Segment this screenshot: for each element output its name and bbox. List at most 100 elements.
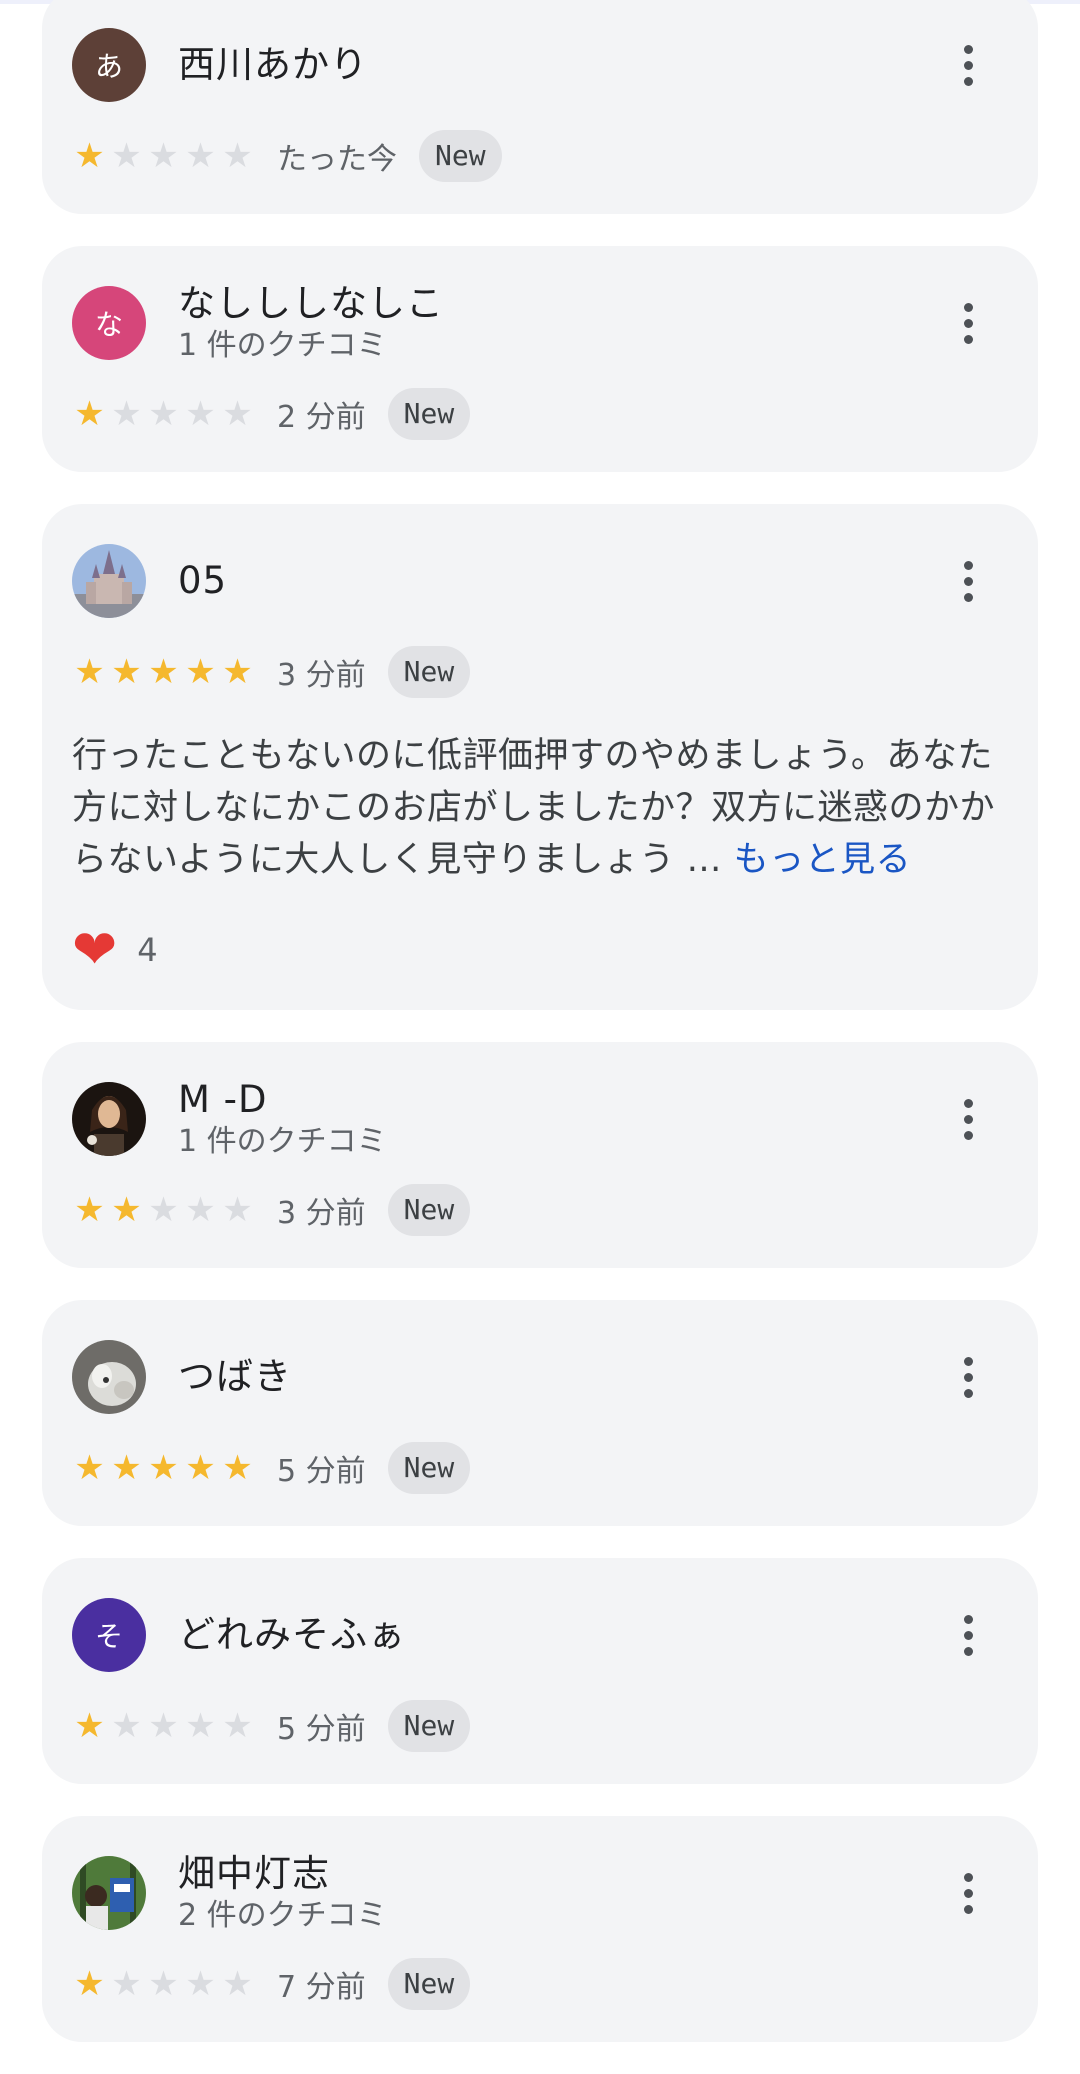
star-empty-icon: ★	[222, 1964, 253, 2004]
more-options-icon[interactable]	[938, 1337, 998, 1417]
avatar-letter: な	[94, 308, 123, 341]
new-badge: New	[387, 388, 471, 440]
review-card: つばき ★ ★ ★ ★ ★ 5 分前 New	[42, 1300, 1038, 1526]
more-options-icon[interactable]	[938, 25, 998, 105]
see-more-link[interactable]: もっと見る	[734, 840, 912, 880]
review-count: 1 件のクチコミ	[178, 328, 387, 363]
rating-row: ★ ★ ★ ★ ★ 3 分前 New	[72, 1182, 1008, 1238]
rating-row: ★ ★ ★ ★ ★ 2 分前 New	[72, 386, 1008, 442]
avatar-letter: そ	[94, 1620, 123, 1653]
star-empty-icon: ★	[111, 1706, 142, 1746]
portrait-photo	[72, 1082, 146, 1156]
star-rating: ★ ★ ★ ★ ★	[72, 1967, 255, 2001]
reviewer-name: M -D	[178, 1078, 268, 1121]
review-card: な なしししなしこ 1 件のクチコミ ★ ★ ★ ★ ★ 2 分前 New	[42, 246, 1038, 472]
review-header: M -D 1 件のクチコミ	[72, 1042, 1008, 1182]
avatar[interactable]	[72, 1340, 146, 1414]
star-rating: ★ ★ ★ ★ ★	[72, 1193, 255, 1227]
avatar[interactable]: あ	[72, 28, 146, 102]
avatar[interactable]	[72, 1856, 146, 1930]
review-time: たった今	[277, 142, 397, 177]
more-options-icon[interactable]	[938, 1595, 998, 1675]
avatar[interactable]: そ	[72, 1598, 146, 1672]
star-empty-icon: ★	[185, 1964, 216, 2004]
review-header: な なしししなしこ 1 件のクチコミ	[72, 246, 1008, 386]
star-rating: ★ ★ ★ ★ ★	[72, 1709, 255, 1743]
star-empty-icon: ★	[148, 136, 179, 176]
star-filled-icon: ★	[74, 1706, 105, 1746]
reviewer-info[interactable]: M -D 1 件のクチコミ	[178, 1077, 938, 1161]
star-rating: ★ ★ ★ ★ ★	[72, 655, 255, 689]
star-empty-icon: ★	[185, 136, 216, 176]
star-empty-icon: ★	[222, 394, 253, 434]
star-empty-icon: ★	[185, 1190, 216, 1230]
avatar[interactable]	[72, 544, 146, 618]
star-empty-icon: ★	[148, 1964, 179, 2004]
review-time: 5 分前	[277, 1454, 366, 1489]
new-badge: New	[387, 646, 471, 698]
review-time: 2 分前	[277, 400, 366, 435]
review-header: 05	[72, 504, 1008, 644]
more-options-icon[interactable]	[938, 541, 998, 621]
reviewer-info[interactable]: なしししなしこ 1 件のクチコミ	[178, 281, 938, 365]
avatar[interactable]	[72, 1082, 146, 1156]
review-header: 畑中灯志 2 件のクチコミ	[72, 1816, 1008, 1956]
review-card: 畑中灯志 2 件のクチコミ ★ ★ ★ ★ ★ 7 分前 New	[42, 1816, 1038, 2042]
reviewer-info[interactable]: 畑中灯志 2 件のクチコミ	[178, 1851, 938, 1935]
new-badge: New	[419, 130, 502, 182]
reviewer-info[interactable]: つばき	[178, 1354, 938, 1400]
star-filled-icon: ★	[222, 652, 253, 692]
reviewer-name: なしししなしこ	[178, 282, 444, 325]
heart-icon: ❤	[72, 918, 118, 981]
rating-row: ★ ★ ★ ★ ★ 7 分前 New	[72, 1956, 1008, 2012]
avatar-letter: あ	[94, 50, 123, 83]
review-time: 3 分前	[277, 658, 366, 693]
star-rating: ★ ★ ★ ★ ★	[72, 139, 255, 173]
new-badge: New	[387, 1442, 471, 1494]
reviewer-name: どれみそふぁ	[178, 1613, 406, 1656]
rating-row: ★ ★ ★ ★ ★ 5 分前 New	[72, 1698, 1008, 1754]
star-filled-icon: ★	[74, 394, 105, 434]
star-rating: ★ ★ ★ ★ ★	[72, 1451, 255, 1485]
review-count: 2 件のクチコミ	[178, 1898, 387, 1933]
star-filled-icon: ★	[185, 1448, 216, 1488]
reviewer-info[interactable]: 西川あかり	[178, 42, 938, 88]
rating-row: ★ ★ ★ ★ ★ 3 分前 New	[72, 644, 1008, 700]
star-empty-icon: ★	[185, 1706, 216, 1746]
rating-row: ★ ★ ★ ★ ★ 5 分前 New	[72, 1440, 1008, 1496]
avatar[interactable]: な	[72, 286, 146, 360]
review-card: M -D 1 件のクチコミ ★ ★ ★ ★ ★ 3 分前 New	[42, 1042, 1038, 1268]
review-text: 行ったこともないのに低評価押すのやめましょう。あなた方に対しなにかこのお店がしま…	[72, 730, 1008, 886]
more-options-icon[interactable]	[938, 283, 998, 363]
reviewer-info[interactable]: どれみそふぁ	[178, 1612, 938, 1658]
review-header: つばき	[72, 1300, 1008, 1440]
more-options-icon[interactable]	[938, 1079, 998, 1159]
reviewer-info[interactable]: 05	[178, 558, 938, 604]
review-time: 7 分前	[277, 1970, 366, 2005]
review-time: 3 分前	[277, 1196, 366, 1231]
like-button[interactable]: ❤ 4	[72, 920, 1008, 980]
review-card: 05 ★ ★ ★ ★ ★ 3 分前 New 行ったこともないのに低評価押すのやめましょう…	[42, 504, 1038, 1010]
star-filled-icon: ★	[222, 1448, 253, 1488]
reviewer-name: つばき	[178, 1355, 292, 1398]
star-filled-icon: ★	[74, 1190, 105, 1230]
star-empty-icon: ★	[111, 1964, 142, 2004]
star-empty-icon: ★	[222, 1190, 253, 1230]
castle-photo	[72, 544, 146, 618]
review-time: 5 分前	[277, 1712, 366, 1747]
star-empty-icon: ★	[148, 1706, 179, 1746]
review-count: 1 件のクチコミ	[178, 1124, 387, 1159]
star-filled-icon: ★	[111, 1448, 142, 1488]
star-empty-icon: ★	[111, 136, 142, 176]
star-empty-icon: ★	[148, 394, 179, 434]
more-options-icon[interactable]	[938, 1853, 998, 1933]
star-filled-icon: ★	[111, 652, 142, 692]
star-empty-icon: ★	[222, 136, 253, 176]
star-empty-icon: ★	[111, 394, 142, 434]
star-filled-icon: ★	[111, 1190, 142, 1230]
review-card: あ 西川あかり ★ ★ ★ ★ ★ たった今 New	[42, 0, 1038, 214]
new-badge: New	[387, 1958, 471, 2010]
review-card: そ どれみそふぁ ★ ★ ★ ★ ★ 5 分前 New	[42, 1558, 1038, 1784]
reviewer-name: 西川あかり	[178, 43, 368, 86]
cat-photo	[72, 1340, 146, 1414]
